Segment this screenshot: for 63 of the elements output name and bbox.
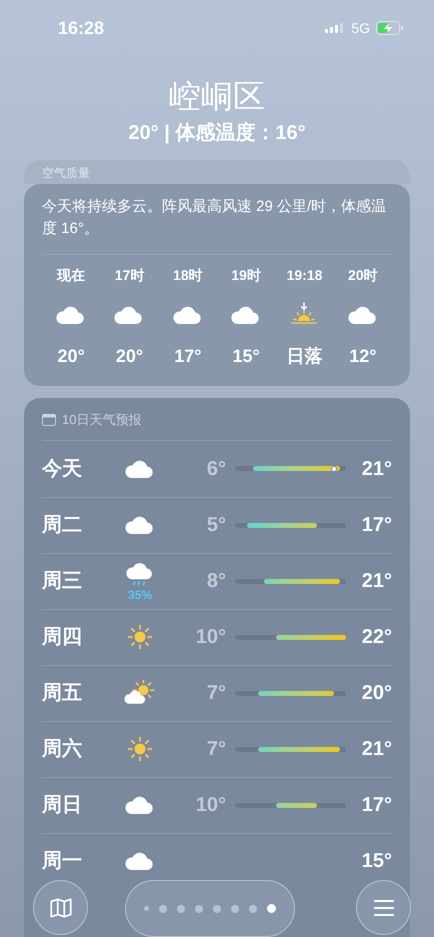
low-temperature: 7° — [206, 682, 226, 704]
low-temperature: 10° — [196, 794, 226, 816]
high-temperature: 15° — [360, 849, 392, 874]
day-label: 周三 — [42, 569, 83, 594]
low-temperature: 6° — [206, 458, 226, 480]
hour-temperature: 20° — [116, 345, 144, 368]
cloud-icon — [125, 850, 155, 872]
low-temperature: 5° — [206, 514, 226, 536]
day-label: 周六 — [42, 736, 83, 762]
hour-temperature: 17° — [174, 345, 202, 368]
calendar-icon — [42, 414, 56, 426]
hour-temperature: 12° — [349, 345, 376, 368]
high-temperature: 22° — [360, 625, 392, 650]
hour-label: 19:18 — [286, 266, 322, 285]
status-time: 16:28 — [58, 16, 104, 40]
hour-temperature: 20° — [58, 345, 85, 368]
cloud-icon — [125, 794, 155, 816]
hour-label: 17时 — [114, 266, 144, 285]
high-temperature: 21° — [360, 737, 392, 762]
card-title: 10日天气预报 — [62, 411, 142, 429]
cloud-icon — [172, 304, 203, 326]
temperature-summary: 20° | 体感温度：16° — [128, 120, 306, 146]
cloud-icon — [56, 304, 86, 326]
low-temperature: 7° — [206, 738, 226, 760]
air-quality-card[interactable]: 空气质量 — [24, 160, 410, 184]
hour-label: 18时 — [173, 266, 203, 285]
cloud-icon — [125, 514, 155, 536]
cloud-icon — [348, 304, 378, 326]
hour-label: 现在 — [57, 266, 86, 285]
hour-temperature: 15° — [232, 345, 260, 368]
list-icon — [372, 898, 396, 918]
high-temperature: 17° — [360, 513, 392, 538]
hour-label: 19时 — [231, 266, 261, 285]
low-temperature: 10° — [196, 626, 226, 648]
day-label: 周四 — [42, 625, 83, 650]
high-temperature: 21° — [360, 456, 392, 482]
city-name: 崆峒区 — [169, 77, 265, 116]
day-label: 周二 — [42, 513, 83, 538]
high-temperature: 17° — [360, 793, 392, 818]
low-temperature: 8° — [206, 570, 226, 592]
network-label: 5G — [351, 18, 370, 38]
cloud-icon — [125, 458, 155, 480]
cloud-icon — [231, 304, 262, 326]
precipitation-chance: 35% — [128, 589, 152, 601]
high-temperature: 20° — [360, 681, 392, 706]
temperature-range-bar — [276, 634, 346, 640]
card-title: 空气质量 — [42, 166, 90, 180]
sun-behind-cloud-icon — [123, 680, 157, 706]
signal-icon — [325, 22, 346, 34]
hour-label: 20时 — [348, 266, 378, 285]
temperature-range-bar — [276, 802, 317, 808]
cloud-icon — [114, 304, 144, 326]
sun-icon — [127, 736, 153, 762]
high-temperature: 21° — [360, 569, 392, 594]
day-label: 周日 — [42, 793, 83, 818]
day-label: 周一 — [42, 849, 83, 874]
sun-icon — [127, 624, 153, 650]
battery-icon — [376, 21, 404, 35]
hour-temperature: 日落 — [286, 345, 322, 368]
day-label: 今天 — [42, 456, 83, 482]
day-label: 周五 — [42, 681, 83, 706]
temperature-range-bar — [246, 522, 317, 528]
summary-text: 今天将持续多云。阵风最高风速 29 公里/时，体感温度 16°。 — [42, 196, 392, 255]
